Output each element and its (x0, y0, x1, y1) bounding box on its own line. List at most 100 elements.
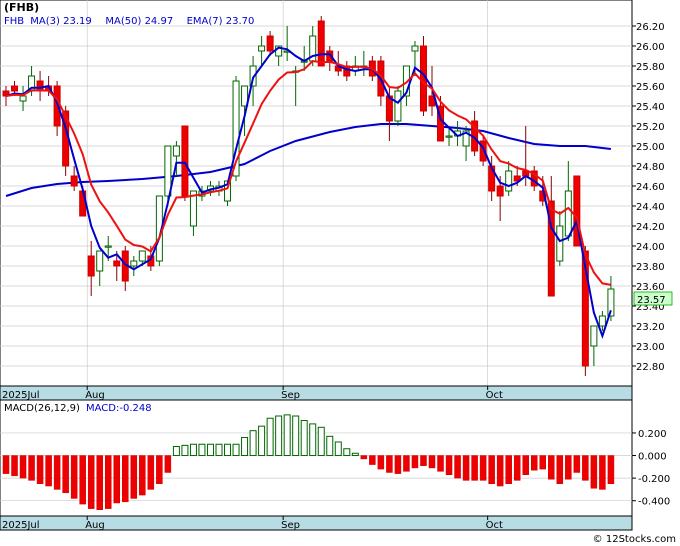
macd-bar (147, 455, 155, 490)
macd-bar (79, 455, 86, 505)
y-tick-label: 26.00 (636, 42, 665, 53)
y-tick-label: 25.80 (636, 62, 665, 73)
macd-bar (479, 455, 487, 481)
macd-bar (437, 455, 444, 472)
date-label: Aug (85, 520, 105, 531)
date-label: 2025Jul (2, 390, 40, 401)
stock-chart: 26.20 26.00 25.80 25.60 25.40 25.20 25.00 24.80… (0, 0, 676, 545)
candle-body (87, 255, 95, 277)
candle-body (104, 245, 112, 248)
candle-body (394, 90, 402, 122)
macd-bar (539, 455, 547, 470)
macd-bar (565, 455, 572, 480)
y-tick-label: 23.80 (636, 262, 665, 273)
macd-bar (130, 455, 138, 499)
macd-bar (505, 455, 512, 485)
candle-body (11, 85, 19, 92)
date-label: Oct (486, 390, 503, 401)
candle-body (266, 35, 274, 52)
date-label: Sep (281, 520, 300, 531)
macd-bar (19, 455, 27, 479)
macd-bar (45, 455, 52, 487)
candle-body (505, 170, 513, 192)
date-label: 2025Jul (2, 520, 40, 531)
macd-bar (11, 455, 18, 477)
candle-body (113, 260, 121, 267)
macd-bar (283, 414, 291, 457)
date-label: Sep (281, 390, 300, 401)
macd-tick-label: -0.200 (638, 474, 670, 485)
date-label: Aug (85, 390, 105, 401)
y-tick-label: 25.40 (636, 102, 665, 113)
y-tick-label: 24.20 (636, 222, 665, 233)
candle-body (445, 135, 453, 138)
macd-bar (198, 443, 206, 457)
macd-bar (394, 455, 402, 474)
candle-body (130, 260, 138, 267)
macd-bar (181, 444, 189, 457)
macd-bar (258, 425, 266, 457)
macd-bar (87, 455, 95, 509)
macd-bar (53, 455, 61, 490)
macd-tick-label: 0.000 (638, 452, 667, 463)
candle-body (181, 125, 189, 197)
candle-body (258, 45, 266, 52)
macd-bar (189, 443, 197, 457)
candle-body (19, 95, 27, 102)
macd-bar (206, 443, 214, 457)
candle (317, 16, 325, 67)
legend-item: FHB (4, 16, 24, 27)
macd-bar (249, 430, 257, 457)
macd-bar (334, 441, 342, 457)
last-price-label: 23.57 (637, 295, 666, 306)
macd-bar (573, 455, 581, 473)
candle-body (172, 145, 180, 157)
copyright: © 12Stocks.com (593, 534, 676, 545)
candle-body (590, 325, 598, 347)
macd-bar (28, 455, 35, 481)
y-tick-label: 26.20 (636, 22, 665, 33)
macd-bar (411, 455, 419, 469)
y-tick-label: 25.00 (636, 142, 665, 153)
y-tick-label: 25.20 (636, 122, 665, 133)
legend: FHB MA(3) 23.19 MA(50) 24.97 EMA(7) 23.70 (4, 16, 254, 27)
y-tick-label: 25.60 (636, 82, 665, 93)
candle-body (411, 45, 419, 52)
macd-bar (96, 455, 103, 510)
macd-bar (377, 455, 385, 470)
macd-bar (300, 420, 308, 457)
y-tick-label: 23.00 (636, 342, 665, 353)
macd-bar (326, 435, 334, 457)
macd-bar (241, 436, 249, 457)
macd-bar (386, 455, 393, 473)
macd-bar (599, 455, 606, 490)
chart-title: (FHB) (4, 1, 39, 14)
macd-bar (445, 455, 453, 475)
date-label: Oct (486, 520, 503, 531)
macd-y-axis: 0.200 0.000 -0.200 -0.400 (632, 429, 670, 508)
macd-bar (582, 455, 589, 481)
macd-bar (215, 443, 223, 457)
y-tick-label: 24.80 (636, 162, 665, 173)
candle-body (598, 315, 606, 327)
macd-tick-label: 0.200 (638, 429, 667, 440)
price-y-axis: 26.20 26.00 25.80 25.60 25.40 25.20 25.00 24.80… (632, 22, 665, 373)
candle-body (138, 250, 146, 262)
candle-body (96, 250, 104, 272)
macd-bar (488, 455, 495, 485)
y-tick-label: 23.60 (636, 282, 665, 293)
macd-bar (462, 455, 470, 481)
macd-bar (454, 455, 461, 479)
macd-bar (513, 455, 521, 481)
chart-stage: 26.20 26.00 25.80 25.60 25.40 25.20 25.00 24.80… (0, 0, 680, 546)
candle-body (564, 190, 572, 237)
macd-bar (70, 455, 78, 499)
macd-bar (420, 455, 427, 466)
candle-body (556, 225, 564, 262)
macd-label: MACD(26,12,9) (4, 403, 80, 414)
macd-tick-label: -0.400 (638, 497, 670, 508)
macd-bar (224, 443, 232, 457)
macd-bar (139, 455, 146, 496)
macd-bar (113, 455, 121, 504)
candle-body (70, 175, 78, 187)
